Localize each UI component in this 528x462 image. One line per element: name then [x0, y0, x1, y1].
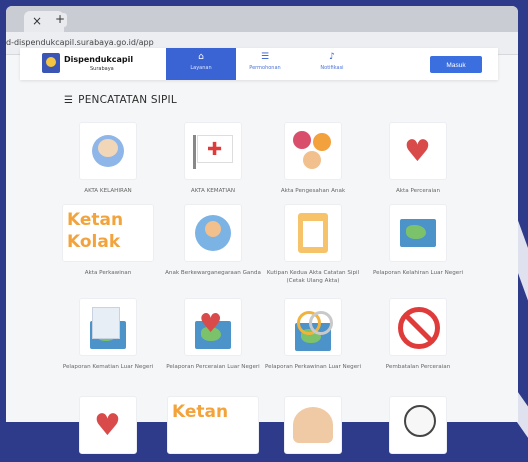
- service-label: Pelaporan Perceraian Luar Negeri: [166, 364, 260, 370]
- prohibited-icon: [389, 298, 447, 356]
- nav-item-label: Permohonan: [249, 65, 281, 71]
- home-icon: ⌂: [198, 52, 204, 62]
- service-label: Akta Perceraian: [395, 188, 441, 194]
- new-tab-button[interactable]: +: [53, 13, 67, 27]
- service-label: Akta Pengesahan Anak: [280, 188, 346, 194]
- baby-icon: [79, 122, 137, 180]
- broken-heart-icon: ♥: [79, 396, 137, 454]
- ketan-kolak-logo-icon: Ketan Kolak: [62, 204, 154, 262]
- child-icon: [184, 204, 242, 262]
- heart-map-icon: ♥: [184, 298, 242, 356]
- flag-icon: ✚: [184, 122, 242, 180]
- brand-subtitle: Surabaya: [90, 66, 114, 72]
- brand-name: Dispendukcapil: [64, 55, 134, 64]
- nav-item-label: Notifikasi: [320, 65, 344, 71]
- bell-icon: ♪: [329, 52, 335, 62]
- close-tab-icon[interactable]: ×: [32, 14, 42, 28]
- service-akta-perceraian[interactable]: ♥ Akta Perceraian: [368, 122, 468, 195]
- service-label: AKTA KELAHIRAN: [84, 188, 132, 194]
- service-partial-ketan[interactable]: Ketan: [163, 396, 263, 454]
- section-title-text: PENCATATAN SIPIL: [78, 94, 177, 106]
- service-pembatalan-perceraian[interactable]: Pembatalan Perceraian: [368, 298, 468, 371]
- list-icon: ☰: [64, 95, 74, 106]
- service-pelaporan-kelahiran-luar-negeri[interactable]: Pelaporan Kelahiran Luar Negeri: [368, 204, 468, 277]
- nav-item-label: Layanan: [190, 65, 212, 71]
- login-button[interactable]: Masuk: [430, 56, 482, 73]
- service-label: Pelaporan Kelahiran Luar Negeri: [372, 270, 464, 276]
- person-icon: [389, 396, 447, 454]
- people-icon: [284, 396, 342, 454]
- nav-item-notifikasi[interactable]: ♪ Notifikasi: [297, 52, 367, 71]
- document-map-icon: [79, 298, 137, 356]
- service-akta-kelahiran[interactable]: AKTA KELAHIRAN: [58, 122, 158, 195]
- service-akta-kematian[interactable]: ✚ AKTA KEMATIAN: [163, 122, 263, 195]
- rings-icon: [284, 298, 342, 356]
- service-partial-heart[interactable]: ♥: [58, 396, 158, 454]
- service-akta-perkawinan[interactable]: Ketan Kolak Akta Perkawinan: [58, 204, 158, 277]
- service-label: Pembatalan Perceraian: [385, 364, 451, 370]
- service-pelaporan-perkawinan-luar-negeri[interactable]: Pelaporan Perkawinan Luar Negeri: [263, 298, 363, 371]
- brand-logo-icon: [42, 53, 60, 73]
- service-label: Akta Perkawinan: [84, 270, 132, 276]
- service-kutipan-kedua-akta[interactable]: Kutipan Kedua Akta Catatan Sipil (Cetak …: [263, 204, 363, 285]
- service-label: Kutipan Kedua Akta Catatan Sipil (Cetak …: [266, 270, 360, 284]
- service-akta-pengesahan-anak[interactable]: Akta Pengesahan Anak: [263, 122, 363, 195]
- section-title: ☰ PENCATATAN SIPIL: [64, 94, 177, 106]
- list-icon: ☰: [260, 52, 270, 62]
- service-label: Pelaporan Perkawinan Luar Negeri: [264, 364, 362, 370]
- map-icon: [389, 204, 447, 262]
- service-label: Anak Berkewarganegaraan Ganda: [165, 270, 261, 276]
- service-partial-lady[interactable]: [368, 396, 468, 454]
- service-label: AKTA KEMATIAN: [190, 188, 236, 194]
- top-navbar: Dispendukcapil Surabaya ⌂ Layanan ☰ Perm…: [20, 48, 498, 80]
- ketan-kolak-logo-icon: Ketan: [167, 396, 259, 454]
- nav-item-permohonan[interactable]: ☰ Permohonan: [230, 52, 300, 71]
- service-pelaporan-perceraian-luar-negeri[interactable]: ♥ Pelaporan Perceraian Luar Negeri: [163, 298, 263, 371]
- service-anak-berkewarganegaraan-ganda[interactable]: Anak Berkewarganegaraan Ganda: [163, 204, 263, 277]
- broken-heart-icon: ♥: [389, 122, 447, 180]
- clipboard-icon: [284, 204, 342, 262]
- tab-strip: × +: [6, 6, 518, 32]
- service-pelaporan-kematian-luar-negeri[interactable]: Pelaporan Kematian Luar Negeri: [58, 298, 158, 371]
- service-partial-people[interactable]: [263, 396, 363, 454]
- family-icon: [284, 122, 342, 180]
- nav-item-layanan[interactable]: ⌂ Layanan: [166, 48, 236, 80]
- service-label: Pelaporan Kematian Luar Negeri: [62, 364, 154, 370]
